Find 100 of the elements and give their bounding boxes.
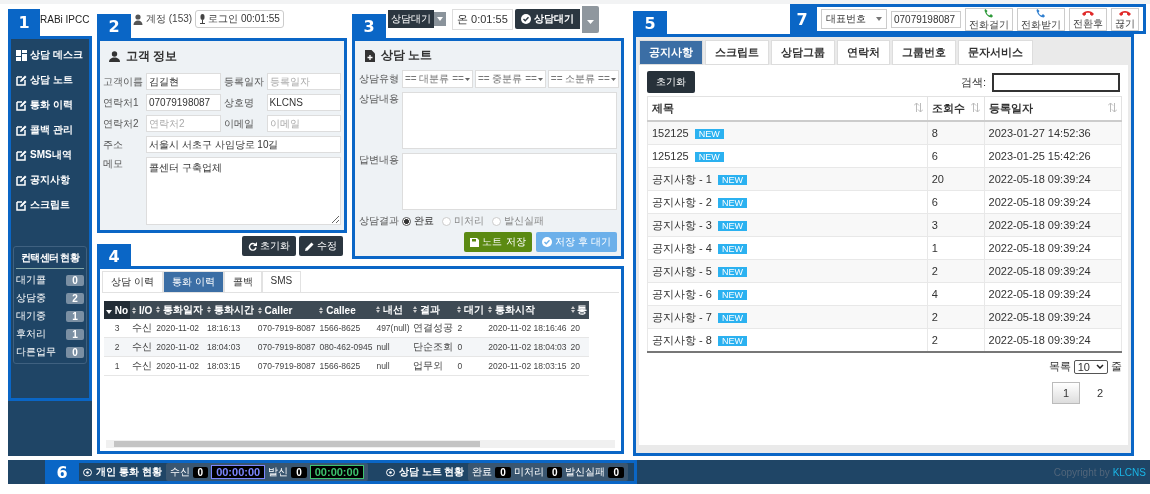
status-label: 대기중 [16,309,46,323]
save-button[interactable]: 노트 저장 [464,232,532,252]
dropdown-toggle[interactable] [434,12,446,26]
table-cell: 2022-05-18 09:39:24 [984,282,1122,306]
text-field[interactable]: 이메일 [266,115,341,132]
tab[interactable]: SMS [261,271,302,292]
notice-title[interactable]: 공지사항 - 4 [652,241,712,254]
notice-title[interactable]: 공지사항 - 7 [652,310,712,323]
column-header[interactable]: Caller [255,301,318,319]
tab[interactable]: 상담 이력 [102,271,163,292]
radio-label: 완료 [414,214,434,228]
phone-button[interactable]: 전화걸기 [965,7,1013,31]
column-header[interactable]: 통화일자 [154,301,205,319]
table-cell: 2020-11-02 [154,356,205,376]
sort-icon[interactable] [1108,103,1117,112]
status-label: 대기콜 [16,273,46,287]
radio-label: 발신실패 [504,214,544,228]
column-header[interactable]: Callee [317,301,375,319]
reset-button[interactable]: 초기화 [647,71,695,93]
refresh-icon [248,241,257,251]
text-field[interactable]: 연락처2 [146,115,221,132]
tab[interactable]: 문자서비스 [958,40,1033,65]
notice-title[interactable]: 125125 [652,150,689,162]
eye-icon [83,467,92,477]
table-cell: 18:04:03 [205,337,256,357]
sidebar-item[interactable]: 스크립트 [13,195,87,216]
phone-button[interactable]: 전화받기 [1017,7,1065,31]
page-button[interactable]: 1 [1052,382,1080,404]
column-header[interactable]: 통 [568,301,590,319]
edit-icon [16,149,27,161]
sidebar-item[interactable]: 상담 노트 [13,70,87,91]
radio-button[interactable] [402,216,411,226]
tab[interactable]: 공지사항 [639,40,703,65]
notice-title[interactable]: 공지사항 - 1 [652,172,712,185]
sort-icon[interactable] [913,103,923,112]
field-label: 고객이름 [103,74,143,89]
category-select[interactable]: == 대분류 == [402,70,473,88]
text-field[interactable]: KLCNS [266,94,341,111]
table-cell: 1 [104,356,131,376]
memo-field[interactable]: 콜센터 구축업체 [146,157,341,225]
notice-title[interactable]: 공지사항 - 6 [652,287,712,300]
phone-number-field[interactable]: 07079198087 [891,10,961,28]
search-field[interactable] [992,72,1120,92]
notice-title[interactable]: 공지사항 - 5 [652,264,712,277]
dropdown-toggle[interactable] [581,5,599,33]
table-cell: 18:16:13 [205,319,256,338]
notice-title[interactable]: 공지사항 - 8 [652,333,712,346]
status-dropdown[interactable]: 상담대기 [388,10,434,28]
category-select[interactable]: == 중분류 == [474,70,546,88]
notice-title[interactable]: 152125 [652,127,689,139]
sidebar-item[interactable]: 콜백 관리 [13,120,87,141]
status-button[interactable]: 상담대기 [514,9,580,29]
field-label: 상담유형 [359,72,399,86]
table-cell: 497(null) [374,319,412,338]
text-field[interactable]: 서울시 서초구 사임당로 10길 [146,136,341,153]
reset-button[interactable]: 초기화 [242,236,296,256]
annotation-badge: 7 [790,4,814,34]
answer-field[interactable] [402,153,617,210]
category-select[interactable]: == 소분류 == [547,70,619,88]
phone-button[interactable]: 전환후 [1069,7,1107,31]
column-header[interactable]: I/O [130,301,155,319]
field-label: 등록일자 [223,74,264,89]
column-header[interactable]: 통화시작 [486,301,569,319]
table-cell: null [374,356,412,376]
sidebar-item[interactable]: 상담 데스크 [13,45,87,66]
page-button[interactable]: 2 [1086,382,1114,404]
sidebar-item[interactable]: 공지사항 [13,170,87,191]
line-select[interactable]: 대표번호 [821,9,887,29]
sidebar-item[interactable]: 통화 이력 [13,95,87,116]
tab[interactable]: 스크립트 [705,40,769,65]
tab[interactable]: 상담그룹 [771,40,835,65]
table-cell: 4 [927,282,985,306]
horizontal-scrollbar[interactable] [106,440,615,448]
text-field[interactable]: 07079198087 [146,94,221,111]
column-header[interactable]: 내선 [374,301,412,319]
column-header[interactable]: 대기 [455,301,487,319]
tab[interactable]: 그룹번호 [892,40,956,65]
table-cell: 2022-05-18 09:39:24 [984,190,1122,214]
table-cell: 2022-05-18 09:39:24 [984,259,1122,283]
column-header[interactable]: 통화시간 [205,301,256,319]
text-field[interactable]: 김길현 [146,73,221,90]
status-count: 0 [192,466,209,478]
content-field[interactable] [402,92,617,149]
tab[interactable]: 통화 이력 [162,271,224,292]
page-size-select[interactable]: 10 [1073,359,1108,374]
phone-button[interactable]: 끊기 [1111,7,1139,31]
edit-button[interactable]: 수정 [299,236,343,256]
notice-title[interactable]: 공지사항 - 3 [652,218,712,231]
text-field[interactable]: 등록일자 [266,73,341,90]
notice-title[interactable]: 공지사항 - 2 [652,195,712,208]
table-cell: 8 [927,121,985,145]
table-cell: 업무외 [411,356,456,376]
tab[interactable]: 연락처 [837,40,890,65]
column-header[interactable]: 결과 [411,301,456,319]
sort-icon[interactable] [970,103,980,112]
sidebar-item[interactable]: SMS내역 [13,145,87,166]
tab[interactable]: 콜백 [223,271,262,292]
search-label: 검색: [960,74,986,90]
column-header[interactable]: No [104,301,131,319]
annotation-badge: 1 [8,9,40,36]
